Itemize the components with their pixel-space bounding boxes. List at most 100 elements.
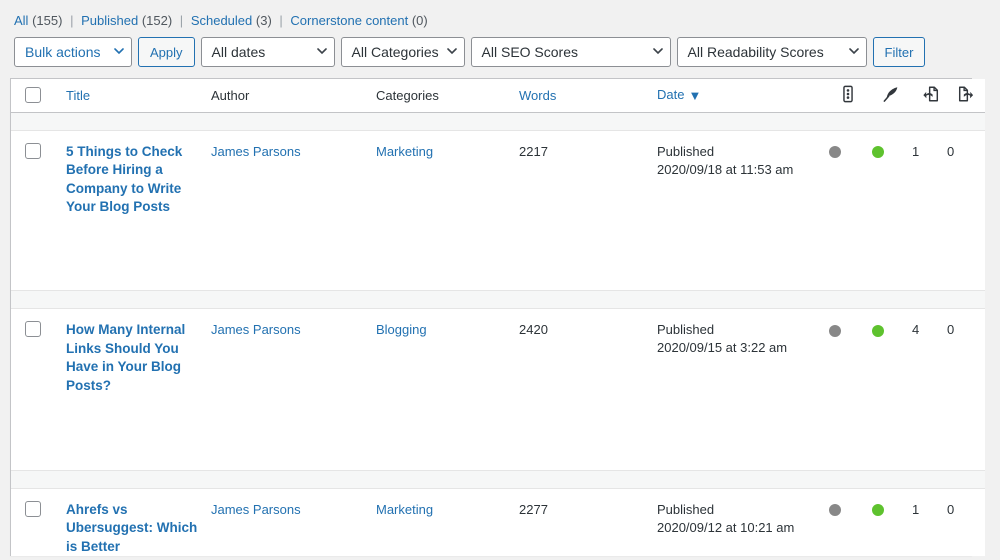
seo-score-dot [829,324,841,337]
status-separator-1: | [70,13,74,28]
post-category-link[interactable]: Marketing [376,144,433,159]
status-count-all: (155) [32,13,63,28]
date-filter-select[interactable]: All dates [200,37,335,67]
posts-table-header-row: Title Author Categories Words Date ▼ [11,79,985,113]
post-date-value: 2020/09/15 at 3:22 am [657,340,788,355]
row-select-checkbox[interactable] [25,500,41,517]
row-categories-cell: Blogging [366,308,509,395]
row-date-cell: Published 2020/09/18 at 11:53 am [647,130,829,217]
status-link-scheduled[interactable]: Scheduled [191,13,252,28]
post-title-link[interactable]: 5 Things to Check Before Hiring a Compan… [66,143,201,217]
posts-table: Title Author Categories Words Date ▼ 5 T… [11,79,985,556]
incoming-links-count: 1 [912,143,920,159]
row-spacer [11,395,985,470]
column-header-date[interactable]: Date ▼ [647,79,829,113]
column-header-words-label: Words [519,87,557,103]
row-date-cell: Published 2020/09/15 at 3:22 am [647,308,829,395]
readability-score-dot [872,504,884,517]
row-separator [11,469,985,489]
status-link-scheduled-wrap: Scheduled (3) [191,13,272,28]
chevron-down-icon [316,48,327,57]
status-link-all-wrap: All (155) [14,13,62,28]
post-date-status: Published [657,143,715,159]
status-separator-3: | [279,13,283,28]
status-link-cornerstone-content[interactable]: Cornerstone content [290,13,408,28]
bulk-actions-label: Bulk actions [25,44,101,60]
row-author-cell: James Parsons [201,130,366,217]
readability-score-dot [872,146,884,159]
outgoing-links-count: 0 [947,143,955,159]
column-header-outgoing-links[interactable] [947,79,985,113]
row-words-cell: 2420 [509,308,647,395]
outgoing-links-count: 0 [947,322,955,337]
column-header-title[interactable]: Title [56,79,201,113]
column-header-date-label: Date [657,87,685,103]
post-title-link[interactable]: How Many Internal Links Should You Have … [66,321,201,395]
column-header-categories-label: Categories [376,87,439,103]
table-row: Ahrefs vs Ubersuggest: Which is Better J… [11,488,985,556]
row-words-cell: 2217 [509,130,647,217]
post-author-link[interactable]: James Parsons [211,502,301,517]
row-words-cell: 2277 [509,488,647,556]
column-header-incoming-links[interactable] [912,79,947,113]
column-header-author: Author [201,79,366,113]
status-count-published: (152) [141,13,173,28]
column-header-words[interactable]: Words [509,79,647,113]
seo-score-dot [829,146,841,159]
readability-score-dot [872,324,884,337]
post-date-status: Published [657,322,715,337]
date-filter-label: All dates [211,44,266,60]
row-checkbox-cell [11,308,56,395]
status-link-published-wrap: Published (152) [81,13,172,28]
bulk-actions-select[interactable]: Bulk actions [14,37,132,67]
apply-button[interactable]: Apply [138,37,195,67]
category-filter-select[interactable]: All Categories [340,37,465,67]
post-title-link[interactable]: Ahrefs vs Ubersuggest: Which is Better [66,501,201,557]
post-category-link[interactable]: Marketing [376,502,433,517]
column-header-seo-score[interactable] [829,79,872,113]
table-filter-toolbar: Bulk actions Apply All dates All Categor… [0,28,1000,67]
post-date-value: 2020/09/18 at 11:53 am [657,161,794,177]
post-author-link[interactable]: James Parsons [211,322,301,337]
row-select-checkbox[interactable] [25,142,41,159]
status-link-all[interactable]: All [14,13,28,28]
row-author-cell: James Parsons [201,488,366,556]
row-readability-score-cell [872,308,912,395]
seo-score-filter-select[interactable]: All SEO Scores [470,37,671,67]
column-header-readability-score[interactable] [872,79,912,113]
select-all-column-header [11,79,56,113]
seo-score-icon [829,85,853,105]
incoming-links-count: 1 [912,501,920,517]
table-row: 5 Things to Check Before Hiring a Compan… [11,130,985,217]
column-header-title-label: Title [66,87,91,103]
post-category-link[interactable]: Blogging [376,322,427,337]
row-outgoing-links-cell: 0 [947,488,985,556]
row-title-cell: Ahrefs vs Ubersuggest: Which is Better [56,488,201,556]
readability-quill-icon [872,85,898,105]
sort-descending-caret-icon: ▼ [688,88,702,104]
filter-button[interactable]: Filter [872,37,926,67]
row-checkbox-cell [11,488,56,556]
row-separator [11,111,985,131]
status-link-cornerstone-wrap: Cornerstone content (0) [290,13,427,28]
row-outgoing-links-cell: 0 [947,130,985,217]
table-row: How Many Internal Links Should You Have … [11,308,985,395]
post-author-link[interactable]: James Parsons [211,144,301,159]
row-author-cell: James Parsons [201,308,366,395]
incoming-links-count: 4 [912,322,920,337]
post-status-links: All (155) | Published (152) | Scheduled … [0,0,1000,28]
row-categories-cell: Marketing [366,488,509,556]
chevron-down-icon [652,48,663,57]
status-count-cornerstone-content: (0) [411,13,428,28]
post-date-value: 2020/09/12 at 10:21 am [657,519,795,535]
row-readability-score-cell [872,488,912,556]
post-date-status: Published [657,501,715,517]
status-link-published[interactable]: Published [81,13,138,28]
select-all-checkbox[interactable] [25,87,41,104]
row-seo-score-cell [829,308,872,395]
readability-score-filter-select[interactable]: All Readability Scores [676,37,867,67]
row-select-checkbox[interactable] [25,321,41,337]
row-spacer [11,216,985,291]
column-header-categories: Categories [366,79,509,113]
posts-list-page: All (155) | Published (152) | Scheduled … [0,0,1000,560]
